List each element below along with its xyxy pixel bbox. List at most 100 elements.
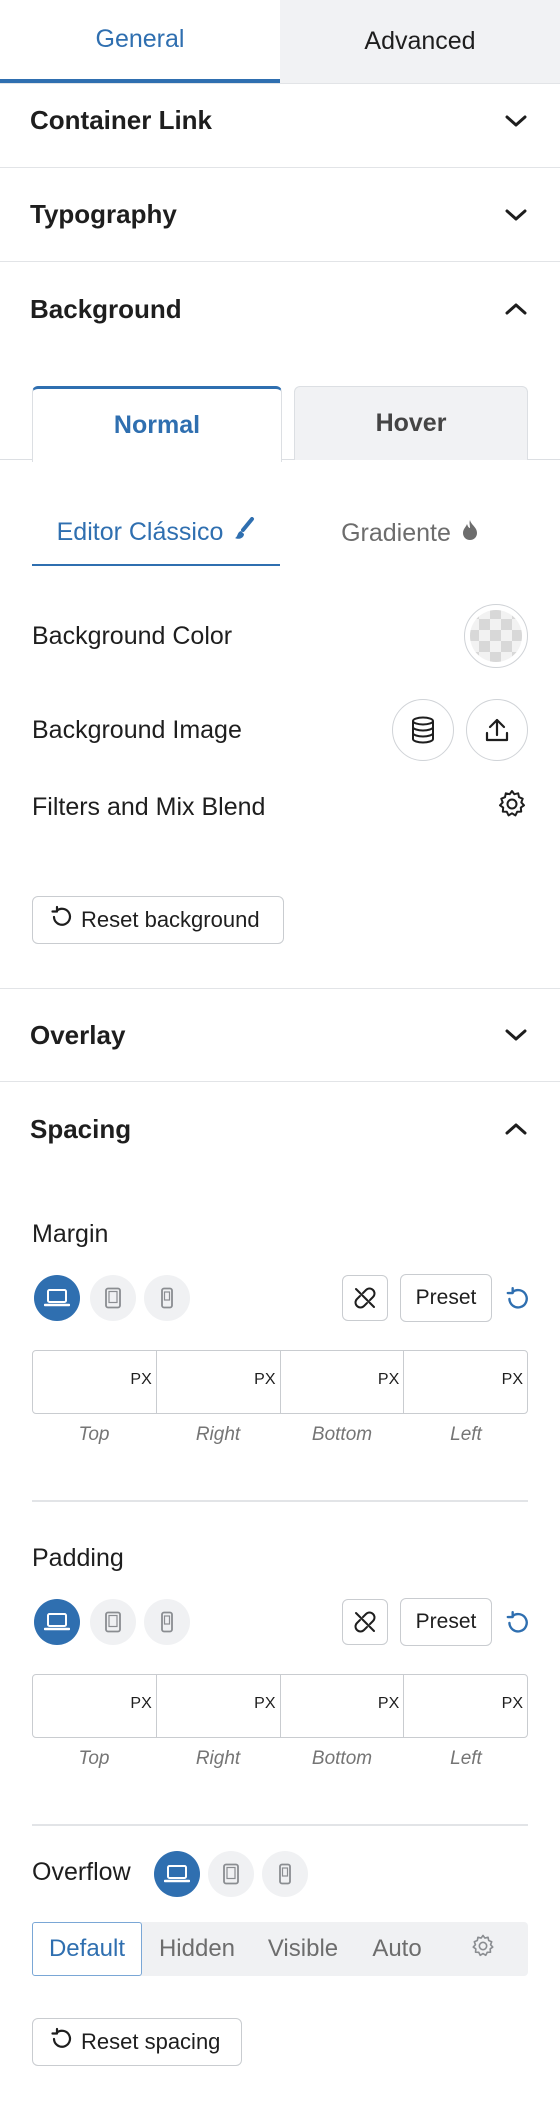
tablet-icon bbox=[223, 1863, 239, 1885]
margin-left-input[interactable]: PX bbox=[404, 1351, 527, 1413]
mobile-icon bbox=[161, 1287, 173, 1309]
checker-swatch-icon bbox=[470, 610, 522, 662]
section-container-link[interactable]: Container Link bbox=[0, 74, 560, 168]
divider bbox=[32, 1824, 528, 1826]
device-desktop-button[interactable] bbox=[154, 1851, 200, 1897]
mobile-icon bbox=[161, 1611, 173, 1633]
color-swatch-button[interactable] bbox=[464, 604, 528, 668]
upload-icon bbox=[485, 718, 509, 742]
unlink-margin-button[interactable] bbox=[342, 1275, 388, 1321]
background-image-actions bbox=[392, 699, 528, 761]
padding-left-input[interactable]: PX bbox=[404, 1675, 527, 1737]
margin-field-labels: Top Right Bottom Left bbox=[32, 1424, 528, 1446]
chevron-down-icon bbox=[502, 1021, 530, 1049]
padding-bottom-input[interactable]: PX bbox=[281, 1675, 405, 1737]
section-spacing[interactable]: Spacing bbox=[0, 1082, 560, 1176]
device-desktop-button[interactable] bbox=[34, 1275, 80, 1321]
tab-hover[interactable]: Hover bbox=[294, 386, 528, 460]
unlink-icon bbox=[354, 1287, 376, 1309]
overflow-option-auto[interactable]: Auto bbox=[354, 1922, 440, 1976]
laptop-icon bbox=[44, 1289, 70, 1307]
overflow-settings-button[interactable] bbox=[440, 1922, 526, 1976]
tab-label: Gradiente bbox=[341, 518, 451, 547]
overflow-segmented-control: Default Hidden Visible Auto bbox=[32, 1922, 528, 1976]
section-title: Overlay bbox=[30, 1019, 126, 1050]
tab-advanced[interactable]: Advanced bbox=[280, 0, 560, 83]
device-tablet-button[interactable] bbox=[90, 1599, 136, 1645]
field-label: Bottom bbox=[311, 1748, 373, 1769]
undo-icon bbox=[49, 905, 73, 935]
margin-bottom-input[interactable]: PX bbox=[281, 1351, 405, 1413]
undo-icon[interactable] bbox=[502, 1608, 532, 1638]
padding-top-input[interactable]: PX bbox=[33, 1675, 157, 1737]
overflow-option-hidden[interactable]: Hidden bbox=[142, 1922, 252, 1976]
margin-top-input[interactable]: PX bbox=[33, 1351, 157, 1413]
margin-inputs: PX PX PX PX bbox=[32, 1350, 528, 1414]
unit-label: PX bbox=[254, 1695, 276, 1712]
unlink-padding-button[interactable] bbox=[342, 1599, 388, 1645]
field-label: Top bbox=[78, 1424, 110, 1445]
device-mobile-button[interactable] bbox=[144, 1275, 190, 1321]
chevron-up-icon bbox=[502, 295, 530, 323]
tab-editor-classico[interactable]: Editor Clássico bbox=[32, 500, 280, 566]
background-color-label: Background Color bbox=[32, 621, 233, 650]
tab-gradiente[interactable]: Gradiente bbox=[310, 500, 510, 566]
reset-spacing-button[interactable]: Reset spacing bbox=[32, 2018, 242, 2066]
divider bbox=[32, 1500, 528, 1502]
overflow-option-default[interactable]: Default bbox=[32, 1922, 142, 1976]
margin-right-input[interactable]: PX bbox=[157, 1351, 281, 1413]
reset-background-button[interactable]: Reset background bbox=[32, 896, 284, 944]
unit-label: PX bbox=[254, 1371, 276, 1388]
media-library-button[interactable] bbox=[392, 699, 454, 761]
section-overlay[interactable]: Overlay bbox=[0, 988, 560, 1082]
chevron-up-icon bbox=[502, 1115, 530, 1143]
padding-label: Padding bbox=[32, 1544, 124, 1572]
field-label: Right bbox=[195, 1424, 241, 1445]
padding-inputs: PX PX PX PX bbox=[32, 1674, 528, 1738]
tablet-icon bbox=[105, 1611, 121, 1633]
field-label: Bottom bbox=[311, 1424, 373, 1445]
padding-field-labels: Top Right Bottom Left bbox=[32, 1748, 528, 1770]
gear-icon[interactable] bbox=[496, 788, 528, 827]
brush-icon bbox=[233, 516, 255, 548]
unit-label: PX bbox=[130, 1695, 152, 1712]
padding-preset-button[interactable]: Preset bbox=[400, 1598, 492, 1646]
device-mobile-button[interactable] bbox=[262, 1851, 308, 1897]
device-tablet-button[interactable] bbox=[208, 1851, 254, 1897]
device-tablet-button[interactable] bbox=[90, 1275, 136, 1321]
padding-right-input[interactable]: PX bbox=[157, 1675, 281, 1737]
unit-label: PX bbox=[377, 1695, 400, 1712]
section-background[interactable]: Background bbox=[0, 262, 560, 356]
background-state-tabs: Normal Hover bbox=[0, 386, 560, 462]
background-image-label: Background Image bbox=[32, 715, 242, 744]
device-mobile-button[interactable] bbox=[144, 1599, 190, 1645]
tab-label: Editor Clássico bbox=[56, 517, 224, 546]
laptop-icon bbox=[164, 1865, 190, 1883]
section-title: Typography bbox=[30, 199, 177, 229]
undo-icon[interactable] bbox=[502, 1284, 532, 1314]
filters-row: Filters and Mix Blend bbox=[32, 786, 528, 828]
overflow-option-visible[interactable]: Visible bbox=[252, 1922, 354, 1976]
unit-label: PX bbox=[377, 1371, 400, 1388]
reset-spacing-label: Reset spacing bbox=[81, 2029, 221, 2054]
filters-label: Filters and Mix Blend bbox=[32, 792, 266, 821]
unit-label: PX bbox=[501, 1371, 523, 1388]
gear-icon bbox=[470, 1933, 496, 1966]
tab-normal[interactable]: Normal bbox=[32, 386, 282, 462]
field-label: Left bbox=[450, 1748, 482, 1769]
upload-button[interactable] bbox=[466, 699, 528, 761]
mobile-icon bbox=[279, 1863, 291, 1885]
device-desktop-button[interactable] bbox=[34, 1599, 80, 1645]
overflow-label: Overflow bbox=[32, 1858, 131, 1886]
tab-general[interactable]: General bbox=[0, 0, 280, 83]
flame-icon bbox=[461, 518, 479, 549]
section-typography[interactable]: Typography bbox=[0, 168, 560, 262]
laptop-icon bbox=[44, 1613, 70, 1631]
section-title: Background bbox=[30, 293, 182, 324]
margin-preset-button[interactable]: Preset bbox=[400, 1274, 492, 1322]
undo-icon bbox=[49, 2027, 73, 2057]
field-label: Left bbox=[450, 1424, 482, 1445]
chevron-down-icon bbox=[502, 107, 530, 135]
section-title: Container Link bbox=[30, 105, 213, 135]
panel-tabs: General Advanced bbox=[0, 0, 560, 84]
